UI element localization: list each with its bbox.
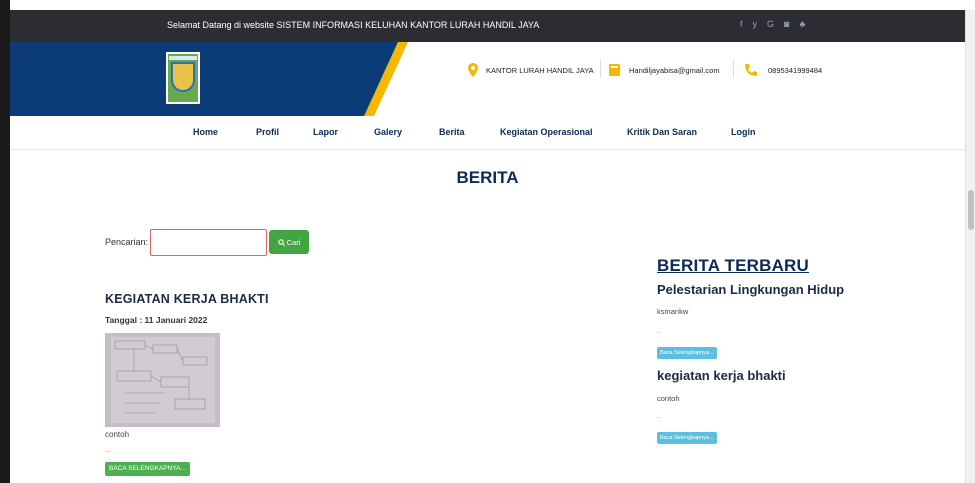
twitter-icon[interactable]: y — [753, 19, 758, 29]
page-title: BERITA — [456, 168, 519, 187]
site-header: KANTOR LURAH HANDIL JAYA Handiljayabisa@… — [10, 42, 965, 116]
phone-contact: 0895341999484 — [744, 63, 822, 77]
youtube-icon[interactable]: ♣ — [799, 19, 805, 29]
search-label: Pencarian: — [105, 237, 149, 247]
page: Selamat Datang di website SISTEM INFORMA… — [0, 0, 975, 483]
window-top-edge — [0, 0, 975, 10]
facebook-icon[interactable]: f — [740, 19, 743, 29]
nav-berita[interactable]: Berita — [439, 127, 465, 137]
nav-home[interactable]: Home — [193, 127, 218, 137]
header-background — [10, 42, 965, 116]
email-address: Handiljayabisa@gmail.com — [629, 65, 720, 75]
main-navigation: Home Profil Lapor Galery Berita Kegiatan… — [10, 116, 965, 150]
article-title[interactable]: KEGIATAN KERJA BHAKTI — [105, 292, 269, 306]
page-scrollbar[interactable] — [965, 10, 975, 483]
site-logo[interactable] — [166, 52, 200, 104]
nav-galery[interactable]: Galery — [374, 127, 402, 137]
welcome-text: Selamat Datang di website SISTEM INFORMA… — [167, 20, 540, 30]
latest-news-item-excerpt: contoh — [657, 394, 680, 403]
window-left-edge — [0, 0, 10, 483]
search-icon — [277, 238, 285, 246]
google-icon[interactable]: G — [767, 19, 774, 29]
search-input[interactable] — [150, 229, 267, 256]
book-icon — [609, 64, 620, 76]
latest-news-read-more-button[interactable]: Baca Selengkapnya... — [657, 432, 717, 444]
social-links: f y G ◙ ♣ — [740, 19, 805, 29]
latest-news-title: BERITA TERBARU — [657, 256, 810, 275]
nav-lapor[interactable]: Lapor — [313, 127, 338, 137]
article-photo — [105, 333, 220, 427]
search-button-label: Cari — [286, 237, 301, 247]
latest-news-item-title[interactable]: kegiatan kerja bhakti — [657, 368, 786, 383]
instagram-icon[interactable]: ◙ — [784, 19, 789, 29]
nav-login[interactable]: Login — [731, 127, 756, 137]
email-contact: Handiljayabisa@gmail.com — [608, 63, 720, 77]
article-excerpt: contoh — [105, 430, 130, 439]
nav-kritik-dan-saran[interactable]: Kritik Dan Saran — [627, 127, 697, 137]
scrollbar-thumb[interactable] — [968, 190, 974, 230]
latest-news-item-excerpt: ksmankw — [657, 307, 689, 316]
location-pin-icon — [468, 63, 478, 77]
latest-news-item-title[interactable]: Pelestarian Lingkungan Hidup — [657, 282, 844, 297]
latest-news-item-ellipsis: .. — [657, 329, 661, 335]
office-name: KANTOR LURAH HANDIL JAYA — [486, 65, 594, 75]
article-ellipsis: ... — [105, 447, 111, 454]
article-image[interactable] — [105, 333, 220, 427]
nav-kegiatan-operasional[interactable]: Kegiatan Operasional — [500, 127, 593, 137]
latest-news-read-more-button[interactable]: Baca Selengkapnya... — [657, 347, 717, 359]
phone-number: 0895341999484 — [768, 65, 823, 75]
top-bar: Selamat Datang di website SISTEM INFORMA… — [10, 10, 965, 42]
office-contact: KANTOR LURAH HANDIL JAYA — [468, 63, 594, 77]
latest-news-item-ellipsis: .. — [657, 414, 661, 420]
article-date: Tanggal : 11 Januari 2022 — [105, 315, 208, 325]
read-more-button[interactable]: BACA SELENGKAPNYA... — [105, 462, 190, 476]
nav-profil[interactable]: Profil — [256, 127, 279, 137]
phone-icon — [745, 64, 757, 76]
search-button[interactable]: Cari — [269, 230, 309, 254]
